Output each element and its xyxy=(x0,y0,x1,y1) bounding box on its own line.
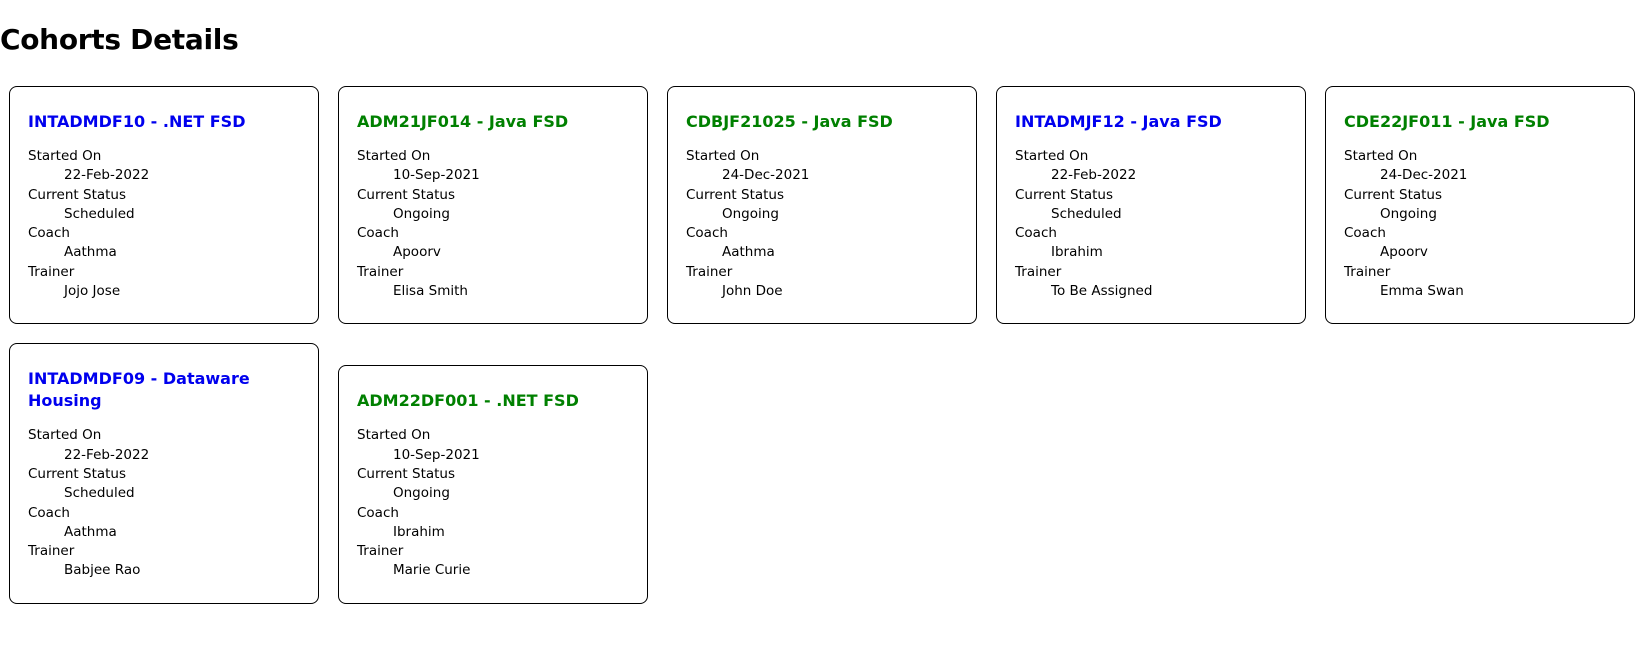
current-status-value: Ongoing xyxy=(722,205,779,222)
cohort-card: INTADMJF12 - Java FSD Started On 22-Feb-20… xyxy=(996,86,1306,325)
cohort-title: INTADMJF12 - Java FSD xyxy=(1015,112,1222,131)
cohort-details: Started On 24-Dec-2021 Current Status Ongoi… xyxy=(686,147,958,301)
coach-label: Coach xyxy=(357,225,399,242)
cohort-card: ADM21JF014 - Java FSD Started On 10-Sep-20… xyxy=(338,86,648,325)
trainer-value: To Be Assigned xyxy=(1051,283,1153,300)
trainer-label: Trainer xyxy=(1015,263,1062,280)
cohort-card-list: INTADMDF10 - .NET FSD Started On 22-Feb-20… xyxy=(9,86,1649,604)
current-status-value: Ongoing xyxy=(393,485,450,502)
coach-value: Ibrahim xyxy=(393,523,445,540)
cohort-title: CDBJF21025 - Java FSD xyxy=(686,112,893,131)
current-status-label: Current Status xyxy=(357,186,456,203)
trainer-value: John Doe xyxy=(722,283,783,300)
cohort-details: Started On 22-Feb-2022 Current Status Sched… xyxy=(28,147,300,301)
trainer-label: Trainer xyxy=(686,263,733,280)
current-status-label: Current Status xyxy=(357,465,456,482)
cohort-title: ADM21JF014 - Java FSD xyxy=(357,112,569,131)
started-on-value: 10-Sep-2021 xyxy=(393,446,480,463)
cohort-title: ADM22DF001 - .NET FSD xyxy=(357,391,579,411)
current-status-value: Scheduled xyxy=(64,485,135,502)
current-status-label: Current Status xyxy=(1015,186,1114,203)
coach-value: Apoorv xyxy=(393,244,441,261)
coach-label: Coach xyxy=(357,504,399,521)
cohort-details: Started On 22-Feb-2022 Current Status Sched… xyxy=(28,426,300,580)
trainer-value: Elisa Smith xyxy=(393,283,468,300)
cohort-title: INTADMDF10 - .NET FSD xyxy=(28,112,246,131)
started-on-value: 22-Feb-2022 xyxy=(1051,167,1137,184)
cohort-title: INTADMDF09 - Dataware Housing xyxy=(28,369,250,411)
started-on-label: Started On xyxy=(1015,148,1089,164)
started-on-value: 10-Sep-2021 xyxy=(393,167,480,184)
coach-value: Ibrahim xyxy=(1051,244,1103,261)
coach-value: Aathma xyxy=(722,244,775,261)
cohort-card: CDE22JF011 - Java FSD Started On 24-Dec-20… xyxy=(1325,86,1635,325)
started-on-value: 22-Feb-2022 xyxy=(64,167,150,184)
trainer-value: Emma Swan xyxy=(1380,283,1464,300)
coach-value: Aathma xyxy=(64,244,117,261)
coach-label: Coach xyxy=(1344,225,1386,242)
page-title: Cohorts Details xyxy=(0,23,239,56)
coach-label: Coach xyxy=(1015,225,1057,242)
current-status-value: Scheduled xyxy=(1051,205,1122,222)
cohort-details: Started On 22-Feb-2022 Current Status Sched… xyxy=(1015,147,1287,301)
started-on-label: Started On xyxy=(357,148,431,164)
current-status-label: Current Status xyxy=(28,186,127,203)
trainer-label: Trainer xyxy=(28,543,75,560)
current-status-label: Current Status xyxy=(28,465,127,482)
started-on-label: Started On xyxy=(686,148,760,164)
cohort-details: Started On 10-Sep-2021 Current Status Ongoi… xyxy=(357,426,629,580)
current-status-value: Scheduled xyxy=(64,205,135,222)
coach-value: Aathma xyxy=(64,523,117,540)
trainer-label: Trainer xyxy=(357,263,404,280)
coach-value: Apoorv xyxy=(1380,244,1428,261)
trainer-value: Marie Curie xyxy=(393,562,471,579)
started-on-value: 22-Feb-2022 xyxy=(64,446,150,463)
coach-label: Coach xyxy=(28,225,70,242)
cohort-card: INTADMDF10 - .NET FSD Started On 22-Feb-20… xyxy=(9,86,319,325)
started-on-label: Started On xyxy=(1344,148,1418,164)
trainer-value: Jojo Jose xyxy=(64,283,121,300)
trainer-label: Trainer xyxy=(357,543,404,560)
started-on-value: 24-Dec-2021 xyxy=(1380,167,1468,184)
current-status-value: Ongoing xyxy=(1380,205,1437,222)
started-on-label: Started On xyxy=(28,148,102,164)
trainer-value: Babjee Rao xyxy=(64,562,141,579)
coach-label: Coach xyxy=(28,504,70,521)
current-status-label: Current Status xyxy=(686,186,785,203)
cohort-card: INTADMDF09 - Dataware Housing Started On 2… xyxy=(9,343,319,604)
cohort-card: ADM22DF001 - .NET FSD Started On 10-Sep-20… xyxy=(338,365,648,604)
current-status-value: Ongoing xyxy=(393,205,450,222)
current-status-label: Current Status xyxy=(1344,186,1443,203)
trainer-label: Trainer xyxy=(28,263,75,280)
cohort-details: Started On 24-Dec-2021 Current Status Ongoi… xyxy=(1344,147,1616,301)
coach-label: Coach xyxy=(686,225,728,242)
cohort-card: CDBJF21025 - Java FSD Started On 24-Dec-20… xyxy=(667,86,977,325)
cohort-details: Started On 10-Sep-2021 Current Status Ongoi… xyxy=(357,147,629,301)
started-on-label: Started On xyxy=(28,427,102,444)
cohort-title: CDE22JF011 - Java FSD xyxy=(1344,112,1550,131)
started-on-value: 24-Dec-2021 xyxy=(722,167,810,184)
trainer-label: Trainer xyxy=(1344,263,1391,280)
started-on-label: Started On xyxy=(357,427,431,444)
